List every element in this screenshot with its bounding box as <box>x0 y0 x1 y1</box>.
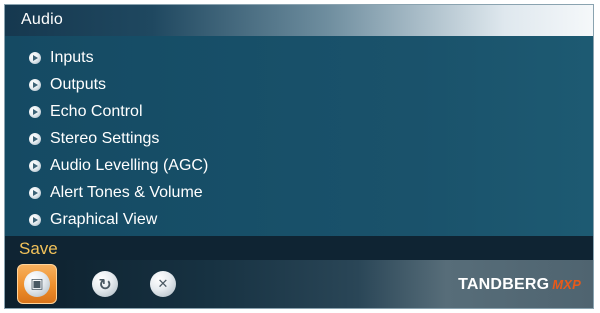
status-text: Save <box>19 239 58 258</box>
arrow-bullet-icon <box>29 51 41 64</box>
menu-area: Inputs Outputs Echo Control Stereo Setti… <box>5 36 593 236</box>
menu-item-echo-control[interactable]: Echo Control <box>29 98 208 125</box>
arrow-bullet-icon <box>29 213 41 226</box>
refresh-glyph: ↻ <box>98 274 112 294</box>
save-button[interactable]: ▣ <box>17 264 57 304</box>
arrow-bullet-icon <box>29 78 41 91</box>
toolbar: ▣ ↻ ✕ TANDBERG MXP <box>5 260 593 308</box>
title-bar: Audio <box>5 5 593 36</box>
menu-item-outputs[interactable]: Outputs <box>29 71 208 98</box>
close-icon: ✕ <box>150 271 176 297</box>
screen: Audio Inputs Outputs Echo Control Stereo… <box>0 0 600 313</box>
menu-item-inputs[interactable]: Inputs <box>29 44 208 71</box>
brand-model: MXP <box>552 277 581 292</box>
arrow-bullet-icon <box>29 132 41 145</box>
cancel-button[interactable]: ✕ <box>143 264 183 304</box>
menu-item-label: Alert Tones & Volume <box>50 183 203 201</box>
audio-menu-panel: Audio Inputs Outputs Echo Control Stereo… <box>4 4 594 309</box>
menu-item-alert-tones[interactable]: Alert Tones & Volume <box>29 179 208 206</box>
page-title: Audio <box>21 11 63 28</box>
cancel-glyph: ✕ <box>157 276 169 292</box>
menu-item-label: Audio Levelling (AGC) <box>50 156 209 174</box>
refresh-button[interactable]: ↻ <box>85 264 125 304</box>
menu-item-label: Outputs <box>50 75 107 93</box>
status-bar: Save <box>5 236 593 260</box>
menu-item-label: Stereo Settings <box>50 129 160 147</box>
menu-item-graphical-view[interactable]: Graphical View <box>29 206 208 233</box>
floppy-disk-icon: ▣ <box>24 271 50 297</box>
menu-item-label: Echo Control <box>50 102 143 120</box>
arrow-bullet-icon <box>29 105 41 118</box>
menu-item-audio-levelling[interactable]: Audio Levelling (AGC) <box>29 152 208 179</box>
brand-logo: TANDBERG MXP <box>458 276 581 294</box>
brand-name: TANDBERG <box>458 276 550 293</box>
arrow-bullet-icon <box>29 186 41 199</box>
menu-item-label: Graphical View <box>50 210 158 228</box>
refresh-icon: ↻ <box>92 271 118 297</box>
arrow-bullet-icon <box>29 159 41 172</box>
audio-menu-list: Inputs Outputs Echo Control Stereo Setti… <box>29 44 208 233</box>
menu-item-stereo-settings[interactable]: Stereo Settings <box>29 125 208 152</box>
save-glyph: ▣ <box>30 276 44 292</box>
menu-item-label: Inputs <box>50 48 94 66</box>
